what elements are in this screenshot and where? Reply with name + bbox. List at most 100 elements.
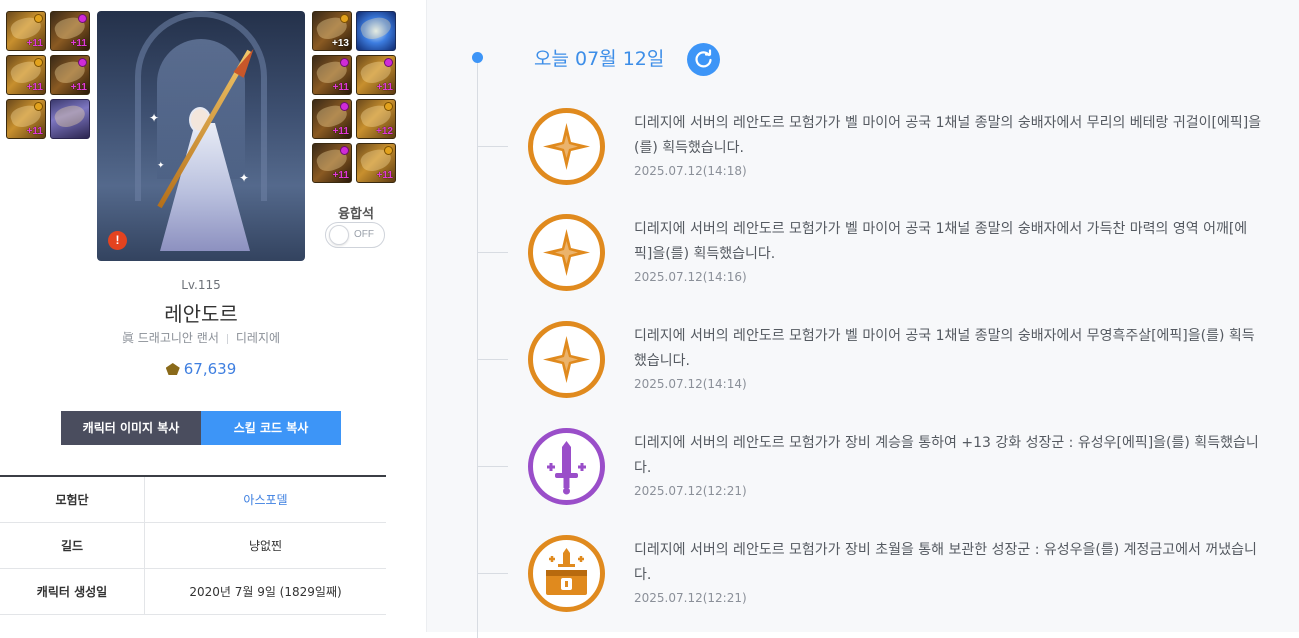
enhancement-level: +11 [332,170,349,181]
timeline-message: 디레지에 서버의 레안도르 모험가가 벨 마이어 공국 1채널 종말의 숭배자에… [634,115,1262,156]
combat-power-value: 67,639 [183,360,237,378]
timeline-timestamp: 2025.07.12(12:21) [634,591,747,605]
fusion-stone-label: 융합석 [338,207,374,222]
enhancement-level: +12 [376,126,393,137]
gem-icon [34,58,43,67]
refresh-icon [695,49,712,68]
equipment-slot[interactable]: +12 [356,99,396,139]
power-icon [165,363,180,375]
gem-icon [78,58,87,67]
epic-star-icon [528,108,605,185]
toggle-state: OFF [354,229,374,240]
timeline-timestamp: 2025.07.12(14:16) [634,270,747,284]
timeline-branch [478,466,508,467]
gem-icon [34,102,43,111]
equipment-slot[interactable] [50,99,90,139]
gem-icon [78,14,87,23]
enhancement-level: +11 [26,126,43,137]
enhancement-level: +11 [332,82,349,93]
adventure-group-link[interactable]: 아스포델 [145,477,386,522]
equipment-slot[interactable]: +13 [312,11,352,51]
alert-icon[interactable]: ! [108,231,127,250]
enhancement-level: +11 [70,82,87,93]
combat-power: 67,639 [0,360,402,378]
sparkle-icon: ✦ [239,171,250,185]
equipment-slot[interactable]: +11 [356,55,396,95]
sparkle-icon: ✦ [149,111,160,125]
info-row-created: 캐릭터 생성일 2020년 7월 9일 (1829일째) [0,569,386,615]
equipment-slot[interactable]: +11 [6,55,46,95]
gem-icon [384,102,393,111]
timeline-branch [478,252,508,253]
timeline-message: 디레지에 서버의 레안도르 모험가가 장비 계승을 통하여 +13 강화 성장군… [634,435,1259,476]
vault-chest-icon [528,535,605,612]
character-avatar[interactable]: ✦ ✦ ✦ [97,11,305,261]
character-class: 眞 드래고니안 랜서 [121,331,219,345]
character-class-line: 眞 드래고니안 랜서 디레지에 [0,329,402,346]
equipment-slot[interactable]: +11 [50,55,90,95]
info-key: 모험단 [0,477,145,522]
timeline-branch [478,359,508,360]
copy-skill-code-button[interactable]: 스킬 코드 복사 [201,411,341,445]
gem-icon [340,14,349,23]
timeline-panel: 오늘 07월 12일 디레지에 서버의 레안도르 모험가가 벨 마이어 공국 1… [426,0,1299,638]
created-date-value: 2020년 7월 9일 (1829일째) [189,585,342,599]
enhancement-level: +11 [332,126,349,137]
enhancement-level: +11 [70,38,87,49]
gem-icon [340,102,349,111]
timeline-timestamp: 2025.07.12(14:18) [634,164,747,178]
enhancement-level: +13 [332,38,349,49]
equipment-slot[interactable]: +11 [50,11,90,51]
epic-star-icon [528,321,605,398]
fusion-stone-toggle[interactable]: OFF [325,222,385,248]
character-panel: +11 +11 +11 +11 +11 +13 +11 +11 +11 +12 +11 +11 ✦ … [0,0,426,632]
refresh-button[interactable] [687,43,720,76]
item-icon [52,101,88,131]
copy-character-image-button[interactable]: 캐릭터 이미지 복사 [61,411,201,445]
timeline-message: 디레지에 서버의 레안도르 모험가가 장비 초월을 통해 보관한 성장군 : 유… [634,542,1257,583]
gem-icon [384,146,393,155]
timeline-message: 디레지에 서버의 레안도르 모험가가 벨 마이어 공국 1채널 종말의 숭배자에… [634,328,1255,369]
info-key: 길드 [0,523,145,568]
divider [226,333,228,344]
info-row-guild: 길드 냥없찐 [0,523,386,569]
timeline-entry: 디레지에 서버의 레안도르 모험가가 벨 마이어 공국 1채널 종말의 숭배자에… [427,108,1299,208]
equipment-slot[interactable]: +11 [312,143,352,183]
enhancement-level: +11 [376,82,393,93]
sparkle-icon: ✦ [157,161,165,171]
timeline-entry: 디레지에 서버의 레안도르 모험가가 벨 마이어 공국 1채널 종말의 숭배자에… [427,214,1299,314]
timeline-message: 디레지에 서버의 레안도르 모험가가 벨 마이어 공국 1채널 종말의 숭배자에… [634,221,1248,262]
timeline-dot [472,52,483,63]
timeline-entry: 디레지에 서버의 레안도르 모험가가 장비 계승을 통하여 +13 강화 성장군… [427,428,1299,528]
enhancement-level: +11 [376,170,393,181]
gem-icon [340,146,349,155]
equipment-slot[interactable]: +11 [6,99,46,139]
character-server: 디레지에 [235,331,281,345]
gem-icon [384,58,393,67]
equipment-slot[interactable]: +11 [6,11,46,51]
gem-icon [34,14,43,23]
equipment-slot[interactable]: +11 [312,55,352,95]
gem-icon [340,58,349,67]
character-name: 레안도르 [164,302,238,326]
epic-star-icon [528,214,605,291]
timeline-entry: 디레지에 서버의 레안도르 모험가가 장비 초월을 통해 보관한 성장군 : 유… [427,535,1299,635]
timeline-entry: 디레지에 서버의 레안도르 모험가가 벨 마이어 공국 1채널 종말의 숭배자에… [427,321,1299,421]
timeline-timestamp: 2025.07.12(14:14) [634,377,747,391]
info-key: 캐릭터 생성일 [0,569,145,614]
timeline-date: 오늘 07월 12일 [534,48,665,70]
timeline-timestamp: 2025.07.12(12:21) [634,484,747,498]
equipment-slot[interactable] [356,11,396,51]
enhancement-level: +11 [26,38,43,49]
timeline-branch [478,146,508,147]
equipment-slot[interactable]: +11 [356,143,396,183]
timeline-branch [478,573,508,574]
toggle-knob [329,225,349,245]
character-info-table: 모험단 아스포델 길드 냥없찐 캐릭터 생성일 2020년 7월 9일 (182… [0,475,386,615]
info-row-adventure: 모험단 아스포델 [0,477,386,523]
equipment-slot[interactable]: +11 [312,99,352,139]
sword-upgrade-icon [528,428,605,505]
enhancement-level: +11 [26,82,43,93]
character-level: Lv.115 [181,278,221,292]
item-icon [358,13,394,43]
